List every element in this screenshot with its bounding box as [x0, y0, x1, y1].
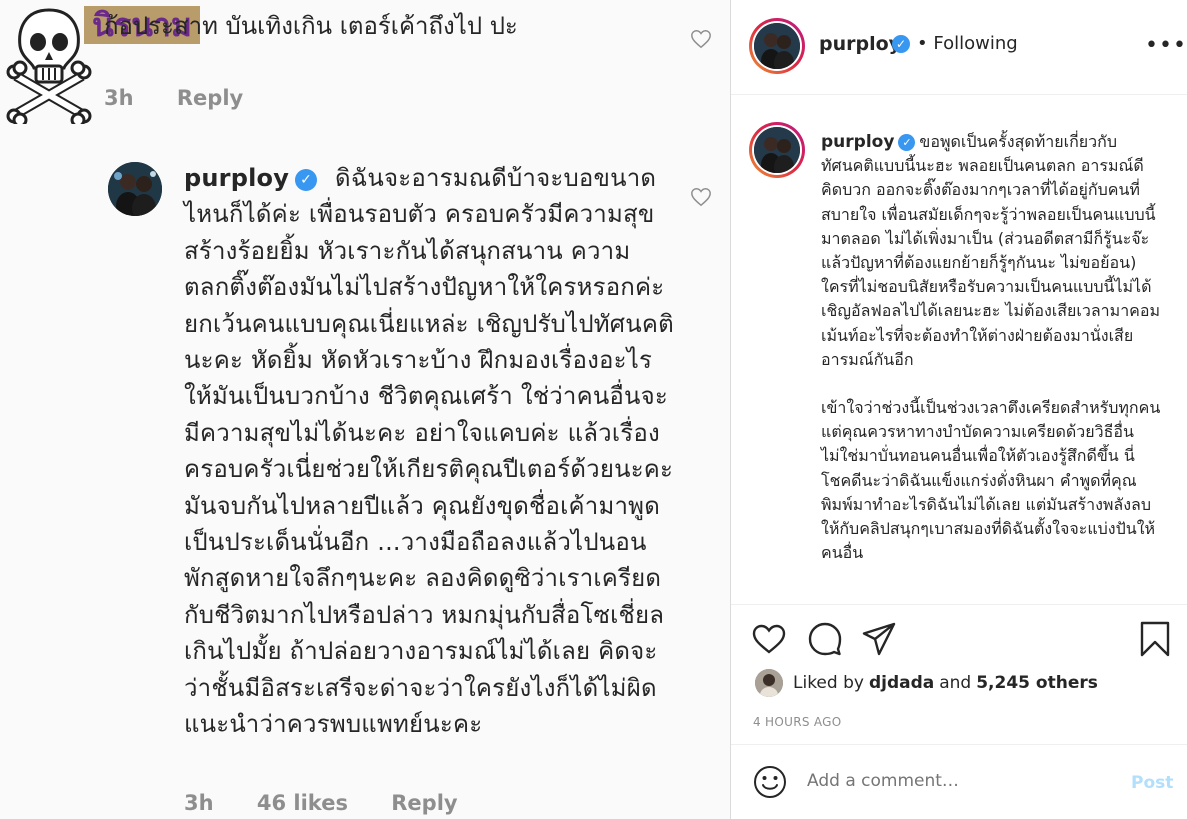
add-comment-bar: Post [731, 744, 1187, 819]
post-sidebar: purploy ✓ • Following ••• purploy ✓ ขอพูดเ… [730, 0, 1187, 819]
caption-text: purploy ✓ ขอพูดเป็นครั้งสุดท้ายเกี่ยวกับทั… [821, 130, 1161, 565]
liked-by-and: and [939, 673, 972, 693]
comment-1-meta: 3h Reply [104, 86, 279, 110]
comment-thread-panel: นิรนาม ก้อประสาท บันเทิงเกิน เตอร์เค้าถึ… [0, 0, 730, 819]
comment-2-text: ดิฉันจะอารมณดีบ้าจะบอขนาดไหนก็ได้ค่ะ เพื… [184, 164, 674, 739]
add-comment-input[interactable] [807, 771, 1107, 791]
post-actions: Liked by djdada and 5,245 others 4 HOURS… [731, 604, 1187, 744]
avatar-photo [108, 162, 162, 216]
header-verified-badge-icon: ✓ [892, 35, 910, 53]
liked-by-user-link[interactable]: djdada [869, 673, 934, 693]
post-header: purploy ✓ • Following ••• [731, 0, 1187, 95]
comment-2-likes[interactable]: 46 likes [257, 791, 348, 815]
liker-avatar[interactable] [755, 669, 783, 697]
comment-1-text: ก้อประสาท บันเทิงเกิน เตอร์เค้าถึงไป ปะ [104, 12, 518, 40]
comment-2-time: 3h [184, 791, 214, 815]
verified-badge-icon: ✓ [295, 169, 318, 191]
comment-bubble-icon[interactable] [807, 621, 843, 657]
caption-paragraph-2: เข้าใจว่าช่วงนี้เป็นช่วงเวลาตึงเครียดสำห… [821, 398, 1161, 563]
caption-username[interactable]: purploy [821, 132, 894, 152]
share-paper-plane-icon[interactable] [861, 621, 897, 657]
more-options-icon[interactable]: ••• [1145, 35, 1187, 57]
liked-by-others-link[interactable]: 5,245 others [976, 673, 1098, 693]
comment-1-reply-button[interactable]: Reply [177, 86, 243, 110]
caption-paragraph-1: purploy ✓ ขอพูดเป็นครั้งสุดท้ายเกี่ยวกับทั… [821, 130, 1161, 372]
header-username[interactable]: purploy [819, 33, 901, 55]
comment-2-reply-button[interactable]: Reply [391, 791, 457, 815]
like-comment-1-heart-icon[interactable] [690, 28, 712, 50]
header-avatar[interactable] [749, 18, 805, 74]
caption-avatar[interactable] [749, 122, 805, 178]
emoji-smiley-icon[interactable] [753, 765, 787, 799]
caption-scroll-area[interactable]: purploy ✓ ขอพูดเป็นครั้งสุดท้ายเกี่ยวกับทั… [731, 96, 1187, 604]
follow-status[interactable]: • Following [917, 33, 1018, 54]
post-timestamp[interactable]: 4 HOURS AGO [753, 715, 842, 729]
caption-para1-text: ขอพูดเป็นครั้งสุดท้ายเกี่ยวกับทัศนคติแบบ… [821, 132, 1161, 369]
caption-verified-badge-icon: ✓ [898, 134, 916, 151]
purploy-comment-avatar[interactable] [108, 162, 162, 216]
liked-by-prefix: Liked by [793, 673, 864, 693]
caption-avatar-photo [754, 127, 800, 173]
liked-by-summary: Liked by djdada and 5,245 others [755, 669, 1103, 697]
like-heart-icon[interactable] [751, 621, 787, 657]
comment-2-username[interactable]: purploy [184, 164, 289, 192]
skull-crossbones-sticker [6, 8, 92, 124]
header-separator: • [917, 33, 928, 54]
comment-2-meta: 3h 46 likes Reply [184, 791, 494, 815]
header-avatar-photo [754, 23, 800, 69]
like-comment-2-heart-icon[interactable] [690, 186, 712, 208]
comment-2-body: purploy ✓ ดิฉันจะอารมณดีบ้าจะบอขนาดไหนก็ได… [184, 160, 674, 743]
following-button[interactable]: Following [933, 33, 1017, 54]
liker-avatar-photo [755, 669, 783, 697]
post-comment-button[interactable]: Post [1131, 773, 1173, 793]
comment-1-time: 3h [104, 86, 134, 110]
save-bookmark-icon[interactable] [1137, 621, 1173, 657]
